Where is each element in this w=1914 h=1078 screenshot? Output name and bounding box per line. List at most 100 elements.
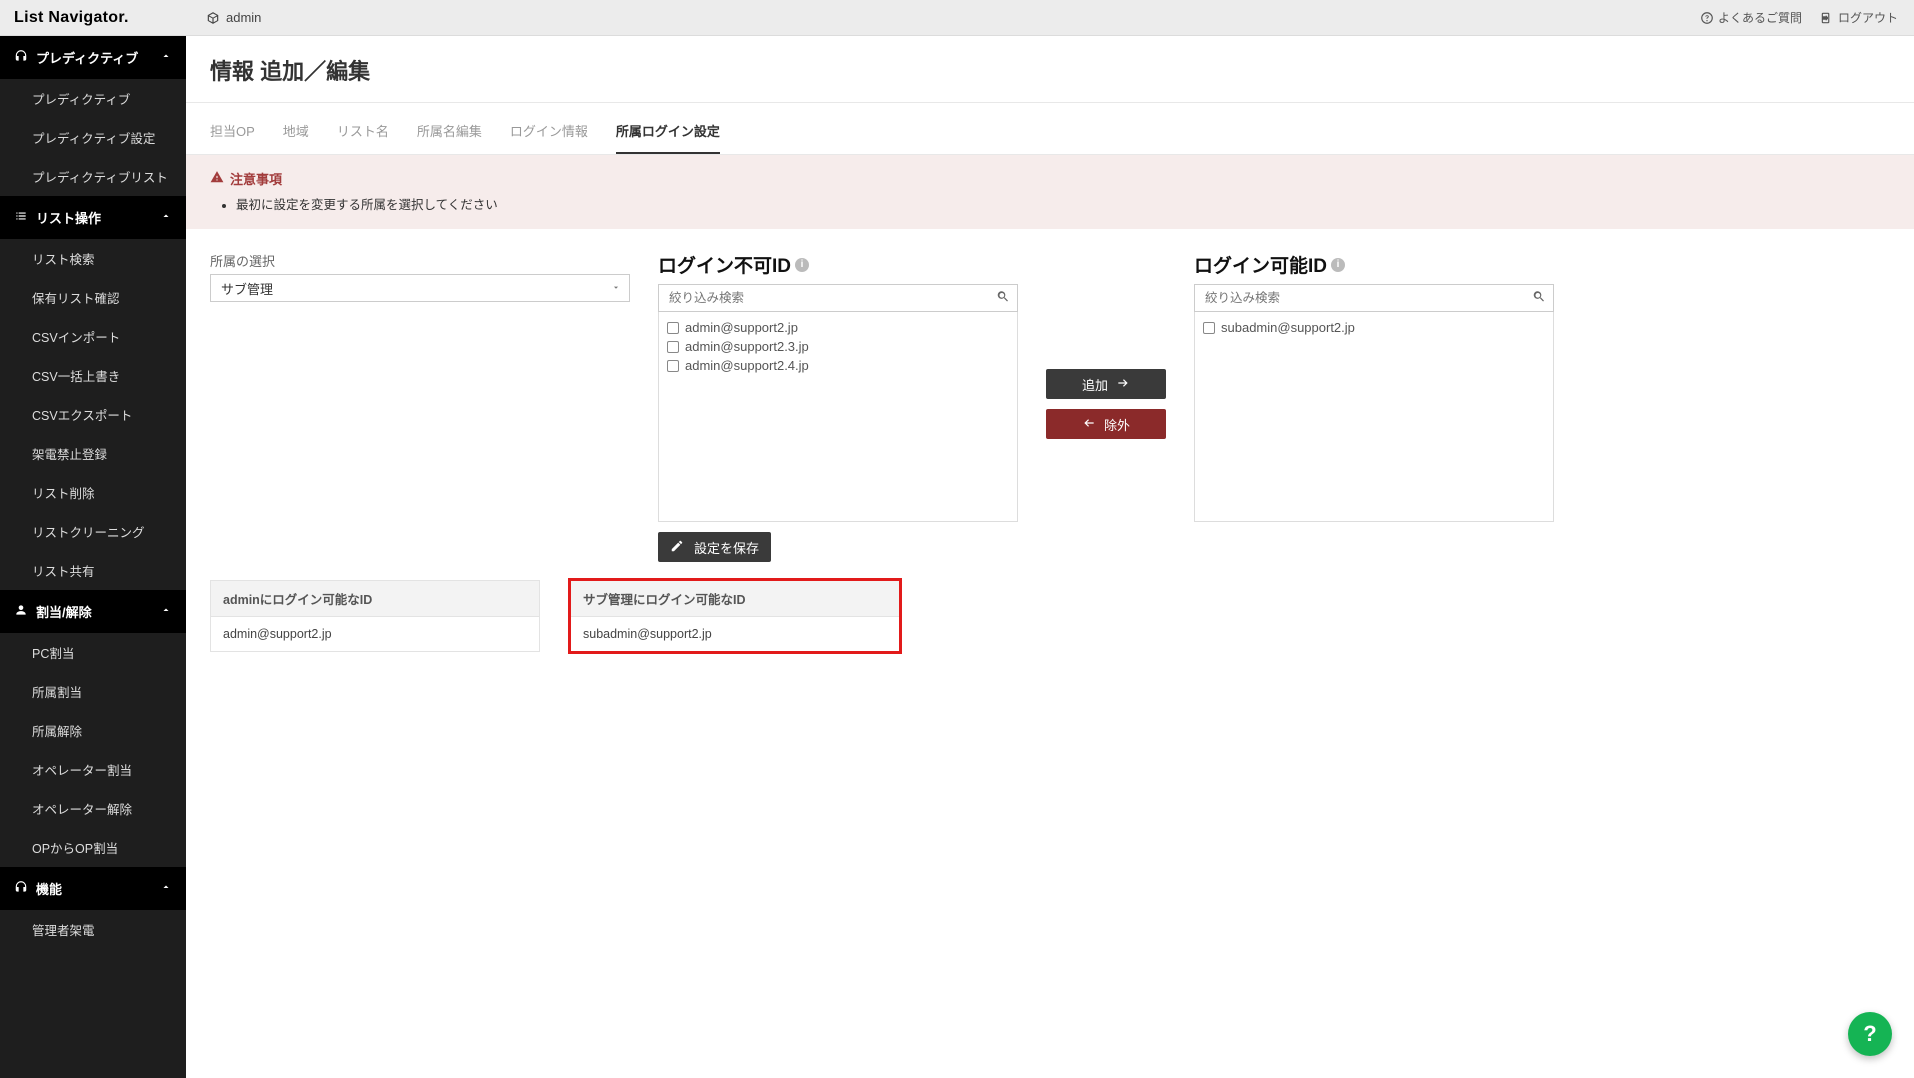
list-item-label: admin@support2.4.jp bbox=[685, 358, 809, 373]
sidebar-item[interactable]: 所属解除 bbox=[0, 711, 186, 750]
denied-panel: ログイン不可ID i admin@support2.jp admin@suppo… bbox=[658, 251, 1018, 562]
chevron-up-icon bbox=[160, 881, 172, 896]
sidebar-item[interactable]: リスト共有 bbox=[0, 551, 186, 590]
sidebar-section-label: リスト操作 bbox=[36, 208, 101, 227]
sidebar-item[interactable]: OPからOP割当 bbox=[0, 828, 186, 867]
logout-link[interactable]: ログアウト bbox=[1820, 9, 1898, 26]
remove-button-label: 除外 bbox=[1104, 415, 1130, 434]
info-icon[interactable]: i bbox=[1331, 258, 1345, 272]
info-icon[interactable]: i bbox=[795, 258, 809, 272]
sidebar-section-function[interactable]: 機能 bbox=[0, 867, 186, 910]
sidebar-item[interactable]: CSV一括上書き bbox=[0, 356, 186, 395]
add-button[interactable]: 追加 bbox=[1046, 369, 1166, 399]
checkbox[interactable] bbox=[667, 360, 679, 372]
current-user: admin bbox=[186, 10, 261, 25]
denied-search-input[interactable] bbox=[658, 284, 1018, 312]
brand-name: List Navigator bbox=[14, 9, 124, 26]
list-item[interactable]: admin@support2.3.jp bbox=[667, 337, 1009, 356]
sub-table: サブ管理にログイン可能なID subadmin@support2.jp bbox=[570, 580, 900, 652]
sidebar-section-label: 割当/解除 bbox=[36, 602, 92, 621]
sidebar-item[interactable]: 保有リスト確認 bbox=[0, 278, 186, 317]
page-title: 情報 追加／編集 bbox=[186, 36, 1914, 103]
tab-login-setting[interactable]: 所属ログイン設定 bbox=[616, 107, 720, 154]
help-fab-glyph: ? bbox=[1863, 1021, 1876, 1047]
arrow-right-icon bbox=[1116, 376, 1130, 393]
sidebar-section-assign[interactable]: 割当/解除 bbox=[0, 590, 186, 633]
chevron-up-icon bbox=[160, 210, 172, 225]
faq-label: よくあるご質問 bbox=[1718, 9, 1802, 26]
org-select-label: 所属の選択 bbox=[210, 251, 630, 270]
edit-icon bbox=[670, 539, 684, 556]
checkbox[interactable] bbox=[1203, 322, 1215, 334]
denied-panel-title: ログイン不可ID i bbox=[658, 251, 1018, 278]
sidebar-section-predictive[interactable]: プレディクティブ bbox=[0, 36, 186, 79]
allowed-search bbox=[1194, 284, 1554, 312]
current-user-name: admin bbox=[226, 10, 261, 25]
allowed-panel-title-text: ログイン可能ID bbox=[1194, 251, 1327, 278]
sidebar-item[interactable]: リストクリーニング bbox=[0, 512, 186, 551]
sidebar-section-list[interactable]: リスト操作 bbox=[0, 196, 186, 239]
sidebar-section-label: 機能 bbox=[36, 879, 62, 898]
table-head: サブ管理にログイン可能なID bbox=[571, 581, 899, 617]
checkbox[interactable] bbox=[667, 322, 679, 334]
brand: List Navigator. bbox=[0, 9, 186, 27]
allowed-search-input[interactable] bbox=[1194, 284, 1554, 312]
denied-list[interactable]: admin@support2.jp admin@support2.3.jp ad… bbox=[658, 312, 1018, 522]
chevron-up-icon bbox=[160, 50, 172, 65]
search-icon[interactable] bbox=[996, 290, 1010, 307]
sidebar-item[interactable]: プレディクティブ bbox=[0, 79, 186, 118]
sidebar-item[interactable]: CSVインポート bbox=[0, 317, 186, 356]
exit-icon bbox=[1820, 11, 1834, 25]
sidebar-item[interactable]: オペレーター割当 bbox=[0, 750, 186, 789]
tab-op[interactable]: 担当OP bbox=[210, 107, 255, 154]
table-head: adminにログイン可能なID bbox=[211, 581, 539, 617]
tab-org-edit[interactable]: 所属名編集 bbox=[417, 107, 482, 154]
checkbox[interactable] bbox=[667, 341, 679, 353]
add-button-label: 追加 bbox=[1082, 375, 1108, 394]
org-select[interactable]: サブ管理 bbox=[210, 274, 630, 302]
sidebar: プレディクティブ プレディクティブ プレディクティブ設定 プレディクティブリスト… bbox=[0, 36, 186, 1078]
list-item[interactable]: admin@support2.jp bbox=[667, 318, 1009, 337]
list-item[interactable]: admin@support2.4.jp bbox=[667, 356, 1009, 375]
remove-button[interactable]: 除外 bbox=[1046, 409, 1166, 439]
sidebar-item[interactable]: オペレーター解除 bbox=[0, 789, 186, 828]
sidebar-item[interactable]: リスト削除 bbox=[0, 473, 186, 512]
result-tables: adminにログイン可能なID admin@support2.jp サブ管理にロ… bbox=[186, 562, 1914, 652]
list-icon bbox=[14, 209, 28, 226]
tabs: 担当OP 地域 リスト名 所属名編集 ログイン情報 所属ログイン設定 bbox=[186, 107, 1914, 155]
logout-label: ログアウト bbox=[1838, 9, 1898, 26]
help-fab[interactable]: ? bbox=[1848, 1012, 1892, 1056]
sidebar-item[interactable]: プレディクティブ設定 bbox=[0, 118, 186, 157]
search-icon[interactable] bbox=[1532, 290, 1546, 307]
headset-icon bbox=[14, 49, 28, 66]
save-button-label: 設定を保存 bbox=[694, 538, 759, 557]
admin-table: adminにログイン可能なID admin@support2.jp bbox=[210, 580, 540, 652]
notice: 注意事項 最初に設定を変更する所属を選択してください bbox=[186, 155, 1914, 229]
sidebar-item[interactable]: 架電禁止登録 bbox=[0, 434, 186, 473]
sidebar-item[interactable]: CSVエクスポート bbox=[0, 395, 186, 434]
sidebar-section-label: プレディクティブ bbox=[36, 48, 138, 67]
headset-icon bbox=[14, 880, 28, 897]
sidebar-item[interactable]: 所属割当 bbox=[0, 672, 186, 711]
list-item-label: subadmin@support2.jp bbox=[1221, 320, 1355, 335]
faq-link[interactable]: よくあるご質問 bbox=[1700, 9, 1802, 26]
sidebar-item[interactable]: プレディクティブリスト bbox=[0, 157, 186, 196]
allowed-panel: ログイン可能ID i subadmin@support2.jp bbox=[1194, 251, 1554, 522]
chevron-up-icon bbox=[160, 604, 172, 619]
allowed-list[interactable]: subadmin@support2.jp bbox=[1194, 312, 1554, 522]
save-button[interactable]: 設定を保存 bbox=[658, 532, 771, 562]
allowed-panel-title: ログイン可能ID i bbox=[1194, 251, 1554, 278]
denied-panel-title-text: ログイン不可ID bbox=[658, 251, 791, 278]
org-select-value: サブ管理 bbox=[221, 279, 273, 298]
notice-title: 注意事項 bbox=[210, 169, 1890, 188]
sidebar-item[interactable]: 管理者架電 bbox=[0, 910, 186, 949]
tab-listname[interactable]: リスト名 bbox=[337, 107, 389, 154]
tab-login-info[interactable]: ログイン情報 bbox=[510, 107, 588, 154]
help-circle-icon bbox=[1700, 11, 1714, 25]
sidebar-item[interactable]: PC割当 bbox=[0, 633, 186, 672]
user-icon bbox=[14, 603, 28, 620]
list-item[interactable]: subadmin@support2.jp bbox=[1203, 318, 1545, 337]
arrow-left-icon bbox=[1082, 416, 1096, 433]
tab-region[interactable]: 地域 bbox=[283, 107, 309, 154]
sidebar-item[interactable]: リスト検索 bbox=[0, 239, 186, 278]
